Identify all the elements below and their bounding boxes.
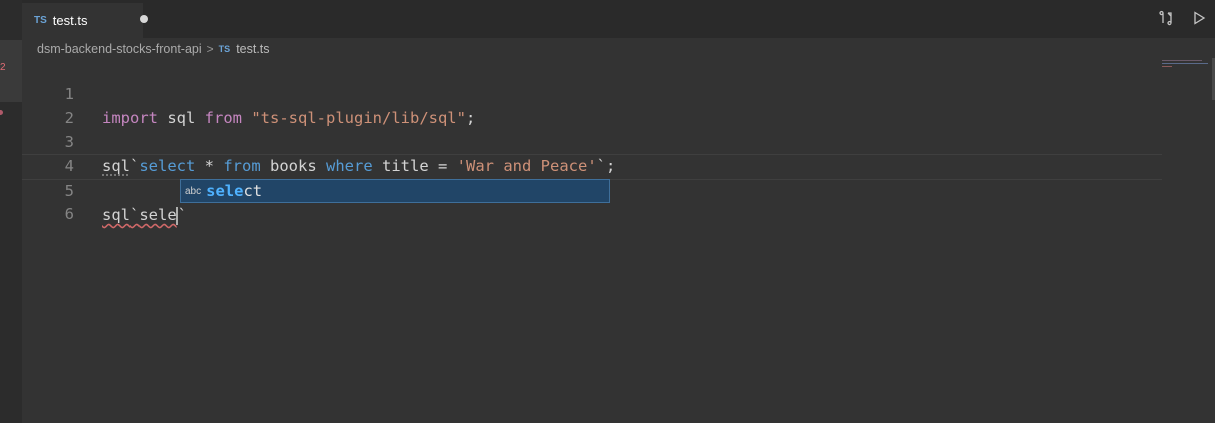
suggestion-rest: ct [243,182,263,200]
tab-test-ts[interactable]: TS test.ts [22,3,148,38]
partial-word: sele [139,206,177,224]
breadcrumb-file[interactable]: test.ts [236,42,269,56]
tab-label: test.ts [52,13,88,28]
code-editor[interactable]: 1 import sql from "ts-sql-plugin/lib/sql… [22,58,1215,423]
open-changes-icon[interactable] [1159,10,1175,26]
tab-bar: TS test.ts [22,0,1215,38]
text-kind-icon: abc [185,185,202,197]
chevron-right-icon: > [206,42,214,56]
minimap[interactable] [1162,60,1214,72]
error-dot-icon [0,110,3,115]
line-number: 6 [64,205,74,223]
run-icon[interactable] [1191,10,1207,26]
breadcrumb-folder[interactable]: dsm-backend-stocks-front-api [37,42,202,56]
code-line-4[interactable]: 4 [22,130,1162,175]
suggestion-match: sele [206,182,244,200]
sql-tag: sql [102,206,130,224]
code-line-1[interactable]: 1 import sql from "ts-sql-plugin/lib/sql… [22,58,1162,127]
suggestion-label: select [206,182,262,200]
code-line-2[interactable]: 2 [22,82,1162,127]
editor-actions [1159,10,1207,26]
code-line-3[interactable]: 3 sql`select * from books where title = … [22,106,1162,175]
typescript-icon: TS [218,44,231,54]
suggestion-item[interactable]: abc select [180,179,610,203]
breadcrumb: dsm-backend-stocks-front-api > TS test.t… [37,40,270,58]
typescript-icon: TS [34,15,47,26]
unsaved-dot-icon[interactable] [140,15,148,23]
problem-count-badge: 2 [0,62,6,73]
activity-bar: 2 [0,0,22,423]
code-line-5[interactable]: 5 sql`sele` [22,154,1162,225]
